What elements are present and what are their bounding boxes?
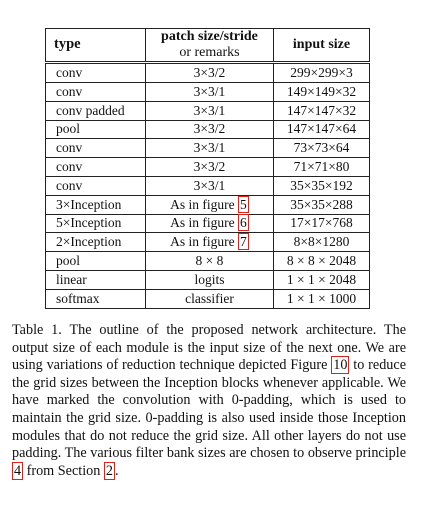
cell-patch: 8 × 8 (144, 251, 275, 271)
header-type: type (45, 27, 146, 64)
cell-type: conv (45, 81, 146, 102)
cell-patch: As in figure 5 (144, 194, 275, 215)
cell-type: 2×Inception (45, 232, 146, 253)
table-row: pool 8 × 8 8 × 8 × 2048 (45, 251, 370, 271)
cell-input: 149×149×32 (273, 81, 370, 102)
cell-input: 1 × 1 × 2048 (273, 269, 370, 290)
figure-reference-link[interactable]: 6 (238, 214, 249, 232)
caption-text: from Section (23, 462, 104, 479)
table-caption: Table 1. The outline of the proposed net… (12, 322, 406, 480)
cell-patch: 3×3/2 (144, 157, 275, 177)
figure-reference-link[interactable]: 10 (331, 356, 350, 375)
cell-type: pool (45, 119, 146, 140)
cell-input: 147×147×64 (273, 119, 370, 140)
table-row: 3×Inception As in figure 5 35×35×288 (45, 194, 370, 215)
principle-reference-link[interactable]: 4 (12, 461, 24, 480)
table-row: softmax classifier 1 × 1 × 1000 (45, 288, 370, 309)
cell-patch: As in figure 7 (144, 232, 275, 253)
cell-patch: 3×3/1 (144, 138, 275, 159)
cell-patch: classifier (144, 288, 275, 309)
figure-reference-link[interactable]: 7 (238, 233, 249, 251)
table-row: conv 3×3/2 71×71×80 (45, 157, 370, 177)
cell-input: 73×73×64 (273, 138, 370, 159)
cell-input: 8×8×1280 (273, 232, 370, 253)
table-row: 2×Inception As in figure 7 8×8×1280 (45, 232, 370, 253)
table-row: conv padded 3×3/1 147×147×32 (45, 100, 370, 121)
cell-input: 299×299×3 (273, 61, 370, 83)
cell-patch-text: As in figure (170, 215, 239, 231)
table-row: linear logits 1 × 1 × 2048 (45, 269, 370, 290)
cell-input: 17×17×768 (273, 213, 370, 234)
cell-type: 5×Inception (45, 213, 146, 234)
cell-type: conv (45, 157, 146, 177)
cell-input: 1 × 1 × 1000 (273, 288, 370, 309)
cell-type: linear (45, 269, 146, 290)
cell-patch: 3×3/2 (144, 61, 275, 83)
cell-patch: 3×3/2 (144, 119, 275, 140)
cell-type: conv (45, 61, 146, 83)
cell-type: 3×Inception (45, 194, 146, 215)
table-row: conv 3×3/1 35×35×192 (45, 175, 370, 196)
caption-text: . (114, 462, 119, 479)
cell-type: conv padded (45, 100, 146, 121)
cell-input: 35×35×288 (273, 194, 370, 215)
header-patch-size-line1: patch size/stride (161, 29, 258, 44)
architecture-table: type patch size/stride or remarks input … (45, 27, 370, 309)
header-patch-size-line2: or remarks (179, 45, 240, 61)
cell-input: 35×35×192 (273, 175, 370, 196)
cell-type: conv (45, 138, 146, 159)
cell-patch: 3×3/1 (144, 100, 275, 121)
table-header-row: type patch size/stride or remarks input … (45, 27, 370, 64)
cell-input: 71×71×80 (273, 157, 370, 177)
table-row: 5×Inception As in figure 6 17×17×768 (45, 213, 370, 234)
cell-type: softmax (45, 288, 146, 309)
table-row: pool 3×3/2 147×147×64 (45, 119, 370, 140)
table-row: conv 3×3/1 149×149×32 (45, 81, 370, 102)
table-row: conv 3×3/1 73×73×64 (45, 138, 370, 159)
header-patch-size: patch size/stride or remarks (144, 27, 275, 64)
cell-type: conv (45, 175, 146, 196)
cell-input: 8 × 8 × 2048 (273, 251, 370, 271)
cell-patch: As in figure 6 (144, 213, 275, 234)
section-reference-link[interactable]: 2 (103, 461, 115, 480)
table-row: conv 3×3/2 299×299×3 (45, 61, 370, 83)
cell-patch: 3×3/1 (144, 175, 275, 196)
header-input-size: input size (273, 27, 370, 64)
cell-patch-text: As in figure (170, 234, 239, 250)
cell-patch: logits (144, 269, 275, 290)
cell-type: pool (45, 251, 146, 271)
cell-input: 147×147×32 (273, 100, 370, 121)
figure-reference-link[interactable]: 5 (238, 195, 249, 213)
cell-patch: 3×3/1 (144, 81, 275, 102)
cell-patch-text: As in figure (170, 196, 239, 212)
